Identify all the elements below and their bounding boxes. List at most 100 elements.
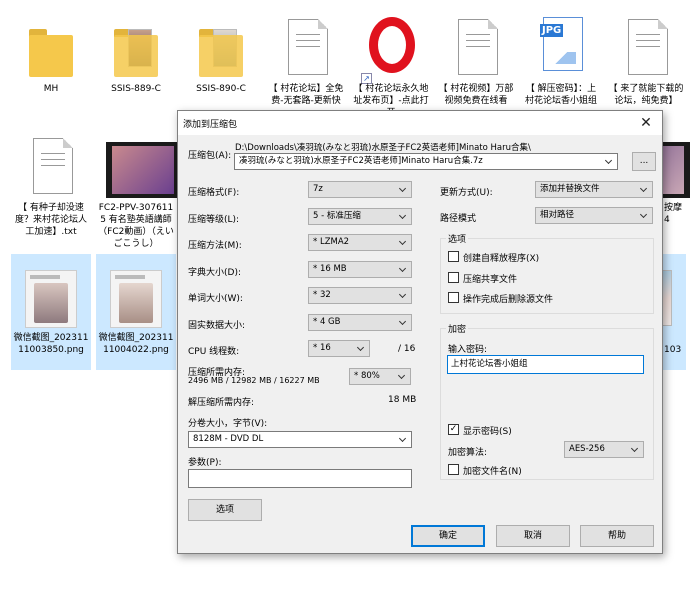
file-label: MH [43, 84, 59, 94]
dialog-title: 添加到压缩包 [183, 120, 238, 130]
folder-icon [189, 13, 253, 81]
chevron-down-icon [397, 369, 407, 384]
dictionary-select[interactable]: * 16 MB [308, 261, 412, 278]
archive-path: D:\Downloads\凑羽琉(みなと羽琉)水原圣子FC2英语老师]Minat… [235, 143, 531, 153]
format-label: 压缩格式(F): [188, 188, 240, 198]
help-button[interactable]: 帮助 [580, 525, 654, 547]
delete-after-checkbox[interactable] [448, 292, 459, 303]
file-tile-video[interactable]: FC2-PPV-3076115 有名塾英語講師（FC2動画）（えいごこうし） [96, 124, 180, 250]
add-to-archive-dialog: 添加到压缩包 ✕ 压缩包(A): D:\Downloads\凑羽琉(みなと羽琉)… [177, 110, 663, 554]
level-value: 5 - 标准压缩 [313, 211, 361, 221]
file-tile-doc-2[interactable]: 【 村花视频】万部视频免费在线看 [436, 5, 516, 117]
chevron-down-icon [356, 341, 366, 356]
cpu-threads-max: / 16 [398, 344, 416, 354]
cpu-threads-select[interactable]: * 16 [308, 340, 370, 357]
shared-files-checkbox[interactable] [448, 272, 459, 283]
method-value: * LZMA2 [313, 237, 350, 247]
memory-usage-value: * 80% [354, 371, 380, 381]
sfx-label: 创建自释放程序(X) [463, 254, 540, 264]
encrypt-names-checkbox[interactable] [448, 464, 459, 475]
folder-icon [104, 13, 168, 81]
format-select[interactable]: 7z [308, 181, 412, 198]
document-icon [274, 13, 338, 81]
chevron-down-icon [639, 182, 649, 197]
encryption-method-select[interactable]: AES-256 [564, 441, 644, 458]
split-volume-value: 8128M - DVD DL [193, 434, 264, 444]
file-tile-doc-3[interactable]: 【 来了就能下载的论坛，纯免费】 [606, 5, 686, 117]
cancel-button[interactable]: 取消 [496, 525, 570, 547]
file-label: 【 村花论坛】全免费-无套路-更新快 [268, 84, 344, 106]
file-label: 微信截图_20231111004022.png [98, 333, 174, 355]
method-select[interactable]: * LZMA2 [308, 234, 412, 251]
close-icon[interactable]: ✕ [636, 113, 656, 133]
file-tile-ssis-889[interactable]: SSIS-889-C [96, 5, 176, 117]
chevron-down-icon [630, 442, 640, 457]
sfx-checkbox[interactable] [448, 251, 459, 262]
password-label: 输入密码: [448, 345, 488, 355]
file-tile-png-2[interactable]: 微信截图_20231111004022.png [96, 254, 176, 370]
file-tile-opera-shortcut[interactable]: ↗ 【 村花论坛永久地址发布页】-点此打开 [351, 5, 431, 118]
password-input[interactable]: 上村花论坛香小姐组 [447, 355, 644, 374]
chevron-down-icon [398, 262, 408, 277]
document-icon [19, 132, 83, 200]
archive-label: 压缩包(A): [188, 151, 232, 161]
split-volume-label: 分卷大小，字节(V): [188, 419, 268, 429]
delete-after-label: 操作完成后删除源文件 [463, 295, 554, 305]
chevron-down-icon [604, 154, 614, 169]
update-mode-select[interactable]: 添加并替换文件 [535, 181, 653, 198]
dictionary-label: 字典大小(D): [188, 268, 241, 278]
split-volume-combo[interactable]: 8128M - DVD DL [188, 431, 412, 448]
archive-name-combo[interactable]: 凑羽琉(みなと羽琉)水原圣子FC2英语老师]Minato Haru合集.7z [234, 153, 618, 170]
image-thumbnail [104, 262, 168, 330]
file-label: SSIS-889-C [111, 84, 161, 94]
file-label: 微信截图_20231111003850.png [13, 333, 89, 355]
browse-button[interactable]: ... [632, 152, 656, 171]
file-label: 【 有种子却没速度？来村花论坛人工加速】.txt [14, 203, 87, 237]
options-group-title: 选项 [446, 232, 469, 245]
chevron-down-icon [639, 208, 649, 223]
file-label: FC2-PPV-3076115 有名塾英語講師（FC2動画）（えいごこうし） [98, 203, 174, 249]
parameters-label: 参数(P): [188, 458, 222, 468]
solid-size-label: 固实数据大小: [188, 321, 246, 331]
video-thumbnail [104, 132, 180, 200]
cpu-threads-value: * 16 [313, 343, 331, 353]
document-icon [444, 13, 508, 81]
document-icon [614, 13, 678, 81]
file-label: 【 村花视频】万部视频免费在线看 [438, 84, 514, 106]
update-mode-label: 更新方式(U): [440, 188, 493, 198]
decompress-memory-value: 18 MB [388, 395, 417, 405]
update-mode-value: 添加并替换文件 [540, 184, 600, 194]
parameters-input[interactable] [188, 469, 412, 488]
file-tile-ssis-890[interactable]: SSIS-890-C [181, 5, 261, 117]
encryption-group-title: 加密 [446, 322, 469, 335]
file-label: 【 解压密码】：上村花论坛香小姐组 [524, 84, 597, 106]
show-password-label: 显示密码(S) [463, 427, 512, 437]
file-tile-jpg[interactable]: JPG 【 解压密码】：上村花论坛香小姐组 [521, 5, 601, 117]
path-mode-label: 路径模式 [440, 214, 477, 224]
show-password-checkbox[interactable]: ✓ [448, 424, 459, 435]
format-value: 7z [313, 184, 323, 194]
word-size-value: * 32 [313, 290, 331, 300]
memory-usage-select[interactable]: * 80% [349, 368, 411, 385]
file-label: SSIS-890-C [196, 84, 246, 94]
path-mode-select[interactable]: 相对路径 [535, 207, 653, 224]
encryption-method-value: AES-256 [569, 444, 605, 454]
file-tile-mh-folder[interactable]: MH [11, 5, 91, 117]
encrypt-names-label: 加密文件名(N) [463, 467, 522, 477]
encryption-method-label: 加密算法: [448, 448, 488, 458]
memory-detail: 2496 MB / 12982 MB / 16227 MB [188, 376, 320, 385]
options-button[interactable]: 选项 [188, 499, 262, 521]
ok-button[interactable]: 确定 [411, 525, 485, 547]
word-size-label: 单词大小(W): [188, 294, 243, 304]
dictionary-value: * 16 MB [313, 264, 347, 274]
file-tile-png-1[interactable]: 微信截图_20231111003850.png [11, 254, 91, 370]
level-select[interactable]: 5 - 标准压缩 [308, 208, 412, 225]
archive-name-value: 凑羽琉(みなと羽琉)水原圣子FC2英语老师]Minato Haru合集.7z [239, 156, 483, 166]
word-size-select[interactable]: * 32 [308, 287, 412, 304]
decompress-memory-label: 解压缩所需内存: [188, 398, 255, 408]
solid-size-select[interactable]: * 4 GB [308, 314, 412, 331]
dialog-titlebar: 添加到压缩包 ✕ [178, 111, 662, 135]
file-tile-txt[interactable]: 【 有种子却没速度？来村花论坛人工加速】.txt [11, 124, 91, 244]
opera-icon: ↗ [359, 13, 423, 84]
file-tile-doc-1[interactable]: 【 村花论坛】全免费-无套路-更新快 [266, 5, 346, 117]
